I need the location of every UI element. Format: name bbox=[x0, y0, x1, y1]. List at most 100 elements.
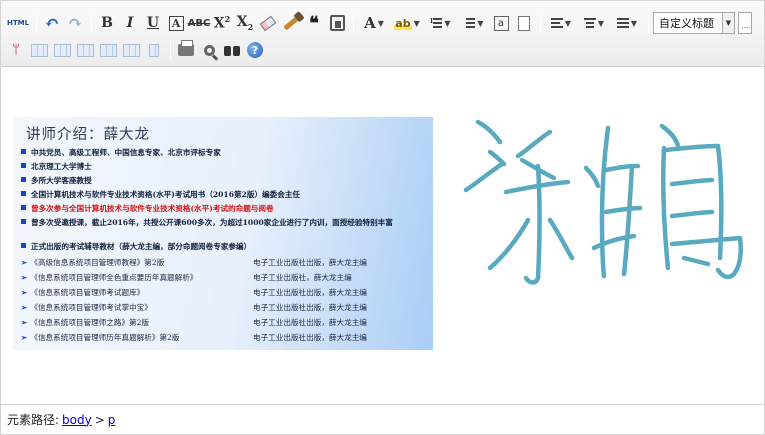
book-title: 《信息系统项目管理师之路》第2版 bbox=[30, 318, 150, 327]
help-button[interactable]: ? bbox=[244, 39, 266, 61]
font-color-button[interactable]: A ▼ bbox=[358, 12, 390, 34]
format-painter-button[interactable] bbox=[280, 12, 302, 34]
square-bullet-icon bbox=[21, 205, 26, 210]
bold-icon: B bbox=[101, 15, 113, 31]
editor-content-area[interactable]: 讲师介绍：薛大龙 中共党员、高级工程师、中国信息专家、北京市评标专家 北京理工大… bbox=[1, 68, 764, 404]
help-icon: ? bbox=[247, 42, 263, 58]
merge-cells-button[interactable] bbox=[120, 39, 142, 61]
source-html-button[interactable]: HTML bbox=[5, 12, 31, 34]
instructor-intro-image: 讲师介绍：薛大龙 中共党员、高级工程师、中国信息专家、北京市评标专家 北京理工大… bbox=[13, 117, 433, 350]
chevron-down-icon: ▼ bbox=[377, 18, 384, 28]
rich-text-editor: HTML ↶ ↷ B I U A ABC X2 X2 ❝ A▼ ab▼ ▼ ▼ … bbox=[0, 0, 765, 435]
ordered-list-icon bbox=[429, 18, 443, 28]
arrow-bullet-icon: ➢ bbox=[21, 303, 28, 312]
row-spacing-button[interactable]: ▼ bbox=[578, 12, 610, 34]
superscript-base: X bbox=[213, 15, 225, 32]
book-item: ➢ 《信息系统项目管理师之路》第2版 电子工业出版社出版，薛大龙主编 bbox=[21, 318, 367, 328]
paragraph-spacing-button[interactable]: ▼ bbox=[545, 12, 577, 34]
banner-title: 讲师介绍：薛大龙 bbox=[26, 127, 150, 143]
book-title: 《高级信息系统项目管理师教程》第2版 bbox=[30, 258, 165, 267]
delete-col-button[interactable] bbox=[97, 39, 119, 61]
book-publisher: 电子工业出版社出版，薛大龙主编 bbox=[253, 318, 367, 327]
insert-table-button[interactable]: ᛘ bbox=[5, 39, 27, 61]
superscript-mark: 2 bbox=[224, 14, 231, 25]
banner-bullet: 中共党员、高级工程师、中国信息专家、北京市评标专家 bbox=[21, 148, 221, 158]
chevron-down-icon: ▼ bbox=[725, 19, 732, 27]
new-page-button[interactable] bbox=[513, 12, 535, 34]
custom-title-select[interactable]: 自定义标题 bbox=[653, 12, 723, 34]
binoculars-icon bbox=[223, 44, 241, 57]
ordered-list-button[interactable]: ▼ bbox=[424, 12, 456, 34]
bullet-text: 全国计算机技术与软件专业技术资格(水平)考试用书（2016第2版）编委会主任 bbox=[31, 190, 301, 199]
paste-icon bbox=[329, 15, 345, 31]
insert-row-button[interactable] bbox=[28, 39, 50, 61]
italic-button[interactable]: I bbox=[119, 12, 141, 34]
square-bullet-icon bbox=[21, 163, 26, 168]
bullet-text: 北京理工大学博士 bbox=[31, 162, 92, 171]
table-split-icon bbox=[149, 43, 159, 57]
line-height-button[interactable]: ▼ bbox=[611, 12, 643, 34]
editor-toolbar: HTML ↶ ↷ B I U A ABC X2 X2 ❝ A▼ ab▼ ▼ ▼ … bbox=[1, 1, 764, 67]
bullet-text: 曾多次参与全国计算机技术与软件专业技术资格(水平)考试的命题与阅卷 bbox=[31, 204, 274, 213]
bullet-text: 多所大学客座教授 bbox=[31, 176, 92, 185]
insert-code-button[interactable]: a bbox=[490, 12, 512, 34]
table-row-icon bbox=[30, 43, 48, 57]
table-delete-col-icon bbox=[99, 43, 117, 57]
print-button[interactable] bbox=[175, 39, 197, 61]
blockquote-button[interactable]: ❝ bbox=[303, 12, 325, 34]
banner-bullet: 曾多次受邀授课，截止2016年，共授公开课600多次，为超过1000家企业进行了… bbox=[21, 218, 426, 228]
book-item: ➢ 《信息系统项目管理师考试题库》 电子工业出版社出版，薛大龙主编 bbox=[21, 288, 367, 298]
arrow-bullet-icon: ➢ bbox=[21, 318, 28, 327]
book-title: 《信息系统项目管理师考试掌中宝》 bbox=[30, 303, 152, 312]
element-path-label: 元素路径: bbox=[7, 413, 60, 427]
superscript-button[interactable]: X2 bbox=[211, 12, 233, 34]
paste-plain-button[interactable] bbox=[326, 12, 348, 34]
toolbar-separator bbox=[648, 13, 649, 33]
square-bullet-icon bbox=[21, 219, 26, 224]
underline-button[interactable]: U bbox=[142, 12, 164, 34]
underline-icon: U bbox=[146, 15, 160, 31]
element-path-statusbar: 元素路径: body > p bbox=[1, 404, 764, 434]
toolbar-separator bbox=[36, 13, 37, 33]
chevron-down-icon: ▼ bbox=[413, 18, 420, 28]
search-replace-button[interactable] bbox=[221, 39, 243, 61]
highlight-icon: ab bbox=[394, 16, 412, 30]
chevron-down-icon: ▼ bbox=[630, 18, 638, 28]
split-cells-button[interactable] bbox=[143, 39, 165, 61]
insert-col-button[interactable] bbox=[74, 39, 96, 61]
subscript-button[interactable]: X2 bbox=[234, 12, 256, 34]
preview-button[interactable] bbox=[198, 39, 220, 61]
square-bullet-icon bbox=[21, 177, 26, 182]
unordered-list-button[interactable]: ▼ bbox=[457, 12, 489, 34]
book-item: ➢ 《信息系统项目管理师历年真题解析》第2版 电子工业出版社出版，薛大龙主编 bbox=[21, 333, 367, 343]
bullet-text: 正式出版的考试辅导教材（薛大龙主编，部分命题阅卷专家参编） bbox=[31, 242, 252, 251]
paragraph-format-select[interactable]: ... bbox=[738, 12, 752, 34]
bold-button[interactable]: B bbox=[96, 12, 118, 34]
redo-button[interactable]: ↷ bbox=[64, 12, 86, 34]
path-link-p[interactable]: p bbox=[108, 413, 116, 427]
font-color-icon: A bbox=[364, 14, 376, 32]
code-icon: a bbox=[493, 15, 509, 31]
undo-button[interactable]: ↶ bbox=[41, 12, 63, 34]
redo-icon: ↷ bbox=[67, 12, 83, 34]
quote-icon: ❝ bbox=[309, 12, 319, 34]
path-link-body[interactable]: body bbox=[62, 413, 92, 427]
arrow-bullet-icon: ➢ bbox=[21, 288, 28, 297]
line-height-icon bbox=[616, 18, 629, 28]
book-publisher: 电子工业出版社出版，薛大龙主编 bbox=[253, 258, 367, 267]
font-border-button[interactable]: A bbox=[165, 12, 187, 34]
strikethrough-button[interactable]: ABC bbox=[188, 12, 211, 34]
arrow-bullet-icon: ➢ bbox=[21, 258, 28, 267]
remove-format-button[interactable] bbox=[257, 12, 279, 34]
font-border-icon: A bbox=[168, 15, 184, 31]
chevron-down-icon: ▼ bbox=[597, 18, 605, 28]
back-color-button[interactable]: ab ▼ bbox=[391, 12, 423, 34]
custom-title-dropdown-button[interactable]: ▼ bbox=[723, 12, 735, 34]
eraser-icon bbox=[259, 15, 277, 31]
toolbar-row-1: HTML ↶ ↷ B I U A ABC X2 X2 ❝ A▼ ab▼ ▼ ▼ … bbox=[5, 11, 752, 35]
book-publisher: 电子工业出版社，薛大龙主编 bbox=[253, 273, 352, 282]
subscript-mark: 2 bbox=[247, 21, 254, 32]
arrow-bullet-icon: ➢ bbox=[21, 273, 28, 282]
book-item: ➢ 《信息系统项目管理师全色重点要历年真题解析》 电子工业出版社，薛大龙主编 bbox=[21, 273, 352, 283]
delete-row-button[interactable] bbox=[51, 39, 73, 61]
